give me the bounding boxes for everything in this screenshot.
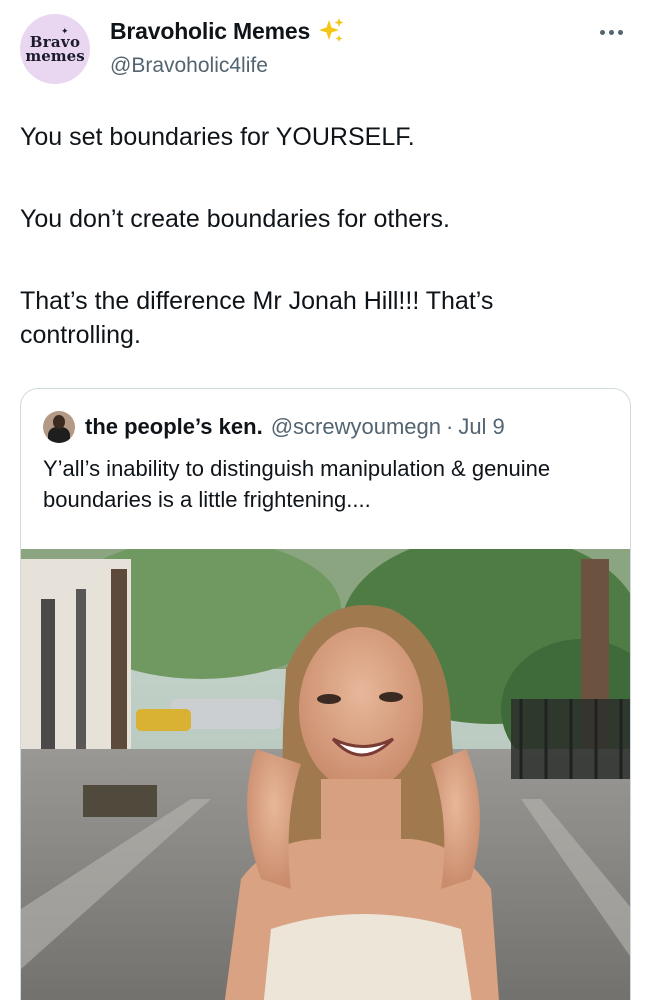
quoted-tweet-text: Y’all’s inability to distinguish manipul… [43, 456, 551, 512]
quoted-handle[interactable]: @screwyoumegn [271, 414, 441, 440]
quoted-display-name[interactable]: the people’s ken. [85, 414, 263, 440]
dot [618, 29, 623, 35]
tweet-paragraph: That’s the difference Mr Jonah Hill!!! T… [20, 287, 494, 349]
display-name[interactable]: Bravoholic Memes [110, 18, 310, 45]
dot [600, 29, 605, 35]
quoted-date[interactable]: Jul 9 [458, 414, 504, 440]
author-name-row: Bravoholic Memes [110, 16, 346, 46]
quoted-media-image[interactable] [21, 549, 631, 1000]
quoted-avatar[interactable] [43, 411, 75, 443]
tweet-paragraph: You set boundaries for YOURSELF. [20, 123, 415, 151]
avatar-logo-text-bottom: memes [25, 47, 85, 65]
avatar[interactable]: ✦ Bravo memes [20, 14, 90, 84]
sparkles-icon [319, 18, 344, 42]
tweet-paragraph: You don’t create boundaries for others. [20, 205, 450, 233]
author-handle[interactable]: @Bravoholic4life [110, 54, 268, 78]
avatar-star-icon: ✦ [61, 27, 69, 37]
quoted-tweet-header: the people’s ken. @screwyoumegn · Jul 9 [43, 411, 505, 443]
separator-dot: · [445, 414, 454, 439]
more-options-icon[interactable] [600, 22, 630, 42]
dot [609, 29, 614, 35]
quoted-tweet-card[interactable]: the people’s ken. @screwyoumegn · Jul 9 … [20, 388, 631, 1000]
